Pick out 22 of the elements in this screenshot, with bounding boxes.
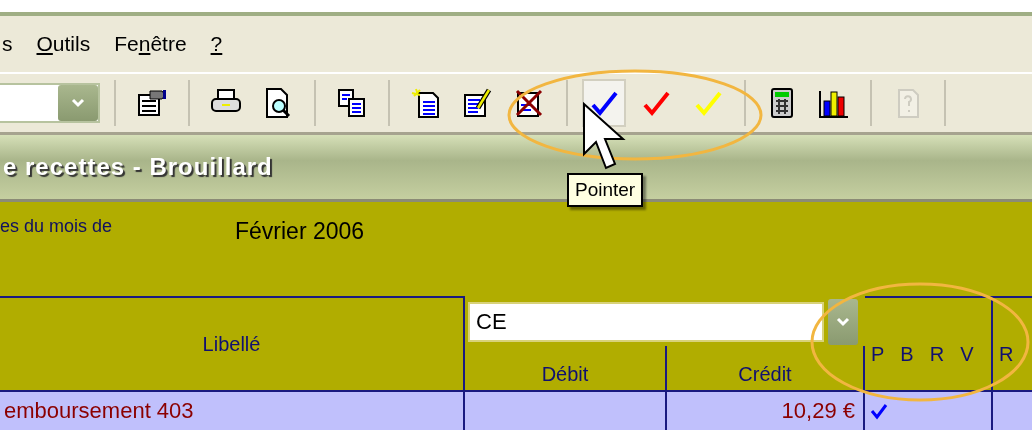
toolbar-dropdown[interactable] xyxy=(0,83,100,124)
dropdown-button[interactable] xyxy=(58,85,98,122)
column-header: R xyxy=(929,342,945,366)
new-document-icon xyxy=(410,87,442,120)
edit-document-icon xyxy=(462,87,494,120)
checkmark-icon[interactable] xyxy=(869,402,889,420)
column-header: P xyxy=(871,342,885,366)
menu-item[interactable]: ? xyxy=(210,31,223,56)
cursor-icon xyxy=(583,102,626,170)
period-value: Février 2006 xyxy=(235,218,365,245)
account-field[interactable]: CE xyxy=(468,302,824,342)
window-title: e recettes - Brouillard xyxy=(3,153,273,182)
menu-item[interactable]: Outils xyxy=(36,31,91,56)
table-cell: emboursement 403 xyxy=(0,390,465,430)
menu-item[interactable]: s xyxy=(2,31,13,56)
column-header: V xyxy=(960,342,974,366)
tooltip: Pointer xyxy=(567,173,644,207)
menu-item[interactable]: Fenêtre xyxy=(114,31,187,56)
column-header: B xyxy=(900,342,914,366)
table-cell: 10,29 € xyxy=(667,390,865,430)
copy-icon xyxy=(336,87,368,120)
period-label: es du mois de xyxy=(0,216,114,237)
